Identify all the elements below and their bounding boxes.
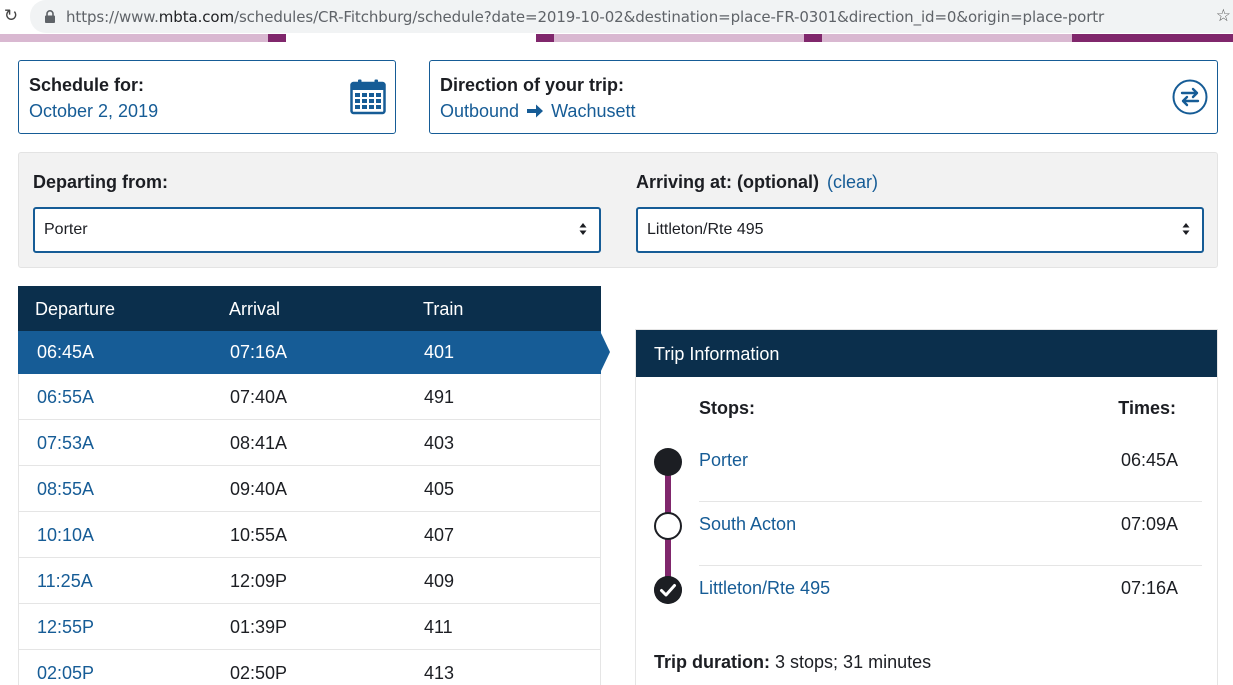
url-prefix: https://www. xyxy=(66,8,159,26)
train-number: 401 xyxy=(424,342,455,362)
intermediate-stop-icon xyxy=(654,512,682,540)
arrival-time: 07:40A xyxy=(230,387,288,407)
select-arrows-icon xyxy=(579,223,587,235)
stop-name-link[interactable]: Porter xyxy=(699,450,748,471)
line-color-strip xyxy=(0,34,1233,42)
train-number: 405 xyxy=(424,479,455,499)
times-header: Times: xyxy=(1118,398,1176,418)
departure-time[interactable]: 08:55A xyxy=(37,479,94,500)
url-path: /schedules/CR-Fitchburg/schedule?date=20… xyxy=(233,8,1105,26)
departure-time[interactable]: 02:05P xyxy=(37,663,94,684)
arrival-time: 08:41A xyxy=(230,433,288,453)
stop-filters: Departing from: Porter Arriving at: (opt… xyxy=(18,152,1218,268)
stops-header: Stops: xyxy=(699,398,755,418)
departure-time: 06:45A xyxy=(37,342,95,362)
header-departure: Departure xyxy=(35,299,116,319)
trip-duration-value: 3 stops; 31 minutes xyxy=(775,652,932,672)
arrow-right-icon xyxy=(527,104,544,118)
arriving-select[interactable]: Littleton/Rte 495 xyxy=(636,207,1204,253)
clear-link[interactable]: (clear) xyxy=(827,172,878,192)
arrival-time: 12:09P xyxy=(230,571,288,591)
origin-stop-icon xyxy=(654,448,682,476)
table-row[interactable]: 06:55A 07:40A 491 xyxy=(18,374,601,420)
departure-time[interactable]: 11:25A xyxy=(37,571,93,592)
trip-information-panel: Trip Information Stops: Times: Porter 06… xyxy=(635,329,1218,685)
table-row[interactable]: 12:55P 01:39P 411 xyxy=(18,604,601,650)
departing-value: Porter xyxy=(44,221,88,238)
stop-time: 07:16A xyxy=(1120,578,1178,598)
schedule-date-title: Schedule for: xyxy=(29,75,145,95)
stop-time: 07:09A xyxy=(1120,514,1178,534)
trip-duration: Trip duration: 3 stops; 31 minutes xyxy=(654,652,931,673)
train-number: 411 xyxy=(424,617,453,637)
arriving-label-text: Arriving at: (optional) xyxy=(636,172,819,192)
direction-from: Outbound xyxy=(440,101,520,121)
departure-time[interactable]: 10:10A xyxy=(37,525,94,546)
arrival-time: 09:40A xyxy=(230,479,288,499)
stop-time: 06:45A xyxy=(1120,450,1178,470)
train-number: 409 xyxy=(424,571,455,591)
arriving-value: Littleton/Rte 495 xyxy=(647,221,764,238)
header-train: Train xyxy=(423,299,464,319)
url-text: https://www.mbta.com/schedules/CR-Fitchb… xyxy=(66,8,1104,26)
stop-name-link[interactable]: Littleton/Rte 495 xyxy=(699,578,830,599)
table-row[interactable]: 02:05P 02:50P 413 xyxy=(18,650,601,685)
train-number: 491 xyxy=(424,387,455,407)
trip-stop-intermediate: South Acton 07:09A xyxy=(636,502,1219,566)
stop-name-link[interactable]: South Acton xyxy=(699,514,796,535)
address-bar[interactable]: https://www.mbta.com/schedules/CR-Fitchb… xyxy=(30,0,1233,33)
train-number: 407 xyxy=(424,525,455,545)
trip-stop-origin: Porter 06:45A xyxy=(636,438,1219,502)
arrival-time: 02:50P xyxy=(230,663,288,683)
table-row[interactable]: 07:53A 08:41A 403 xyxy=(18,420,601,466)
bookmark-star-icon[interactable]: ☆ xyxy=(1216,6,1231,26)
arrival-time: 10:55A xyxy=(230,525,288,545)
browser-toolbar: ↻ https://www.mbta.com/schedules/CR-Fitc… xyxy=(0,0,1233,34)
arriving-label: Arriving at: (optional) (clear) xyxy=(636,172,878,193)
lock-icon xyxy=(45,10,55,23)
arrival-time: 07:16A xyxy=(230,342,288,362)
table-row[interactable]: 10:10A 10:55A 407 xyxy=(18,512,601,558)
table-row[interactable]: 11:25A 12:09P 409 xyxy=(18,558,601,604)
departure-time[interactable]: 12:55P xyxy=(37,617,94,638)
trip-info-title: Trip Information xyxy=(636,330,1217,377)
direction-to: Wachusett xyxy=(551,101,636,121)
departure-time[interactable]: 07:53A xyxy=(37,433,94,454)
direction-card: Direction of your trip: Outbound Wachuse… xyxy=(429,60,1218,134)
departing-select[interactable]: Porter xyxy=(33,207,601,253)
direction-value: Outbound Wachusett xyxy=(440,101,635,122)
direction-title: Direction of your trip: xyxy=(440,75,624,95)
destination-check-icon xyxy=(654,576,682,604)
arrival-time: 01:39P xyxy=(230,617,288,637)
trip-duration-label: Trip duration: xyxy=(654,652,770,672)
departing-label: Departing from: xyxy=(33,172,168,192)
table-header: Departure Arrival Train xyxy=(18,286,601,331)
select-arrows-icon xyxy=(1182,223,1190,235)
departure-time[interactable]: 06:55A xyxy=(37,387,94,408)
train-number: 413 xyxy=(424,663,455,683)
swap-direction-icon[interactable] xyxy=(1172,79,1208,115)
reload-icon[interactable]: ↻ xyxy=(0,3,22,29)
schedule-table: Departure Arrival Train 06:45A 07:16A 40… xyxy=(18,286,610,685)
calendar-icon[interactable] xyxy=(350,79,386,115)
header-arrival: Arrival xyxy=(229,299,281,319)
schedule-date-card[interactable]: Schedule for: October 2, 2019 xyxy=(18,60,396,134)
selected-row-pointer xyxy=(600,331,610,373)
train-number: 403 xyxy=(424,433,455,453)
table-row[interactable]: 08:55A 09:40A 405 xyxy=(18,466,601,512)
table-row-selected[interactable]: 06:45A 07:16A 401 xyxy=(18,331,610,374)
url-host: mbta.com xyxy=(158,8,234,26)
schedule-date-value: October 2, 2019 xyxy=(29,101,159,121)
trip-stop-destination: Littleton/Rte 495 07:16A xyxy=(636,566,1219,630)
